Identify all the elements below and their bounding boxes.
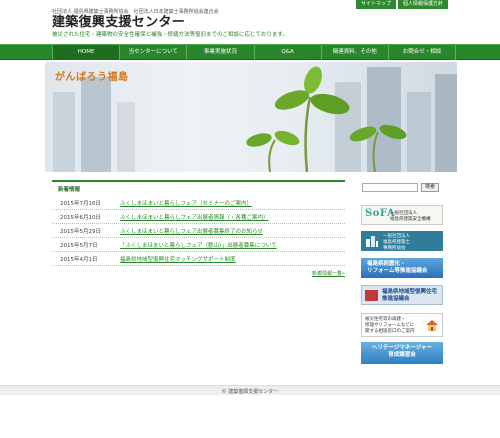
- news-item: 2015年7月16日 ふくしまほまいと暮らしフェア（セミナーのご案内）: [52, 196, 345, 210]
- main-nav: HOME 当センターについて 事業実施状況 Q&A 関連資料、その他 お問合せ・…: [0, 44, 500, 60]
- news-date: 2015年5月29日: [60, 228, 101, 235]
- hero-banner: がんばろう福島: [45, 62, 457, 172]
- site-tagline: 被災された住宅・建築物の安全性確保と補強・修繕方法等復旧までのご相談に応じており…: [52, 32, 288, 38]
- nav-qa[interactable]: Q&A: [255, 45, 322, 60]
- consultation-text: 被災住宅等の再建・ 修理やリフォームなどに 関する相談窓口のご案内: [365, 317, 415, 334]
- news-date: 2015年4月1日: [60, 256, 98, 263]
- heritage-manager-banner[interactable]: ヘリテージマネージャー 育成講習会: [361, 342, 443, 364]
- news-heading: 新着情報: [58, 187, 81, 193]
- seismic-reform-banner[interactable]: 福島県耐震化・ リフォーム等推進協議会: [361, 258, 443, 278]
- news-link[interactable]: ふくしまほまいと暮らしフェア（セミナーのご案内）: [120, 199, 252, 207]
- news-list: 2015年7月16日 ふくしまほまいと暮らしフェア（セミナーのご案内） 2015…: [52, 196, 345, 277]
- nav-activities[interactable]: 事業実施状況: [187, 45, 255, 60]
- search-button[interactable]: 検索: [421, 183, 439, 192]
- news-item: 2015年5月7日 「ふくしまほまいと暮らしフェア（郡山）」出展者募集について: [52, 238, 345, 252]
- nav-home[interactable]: HOME: [52, 45, 121, 60]
- regional-housing-text: 福島県地域型復興住宅 推進協議会: [382, 289, 438, 302]
- building-icon: [366, 236, 378, 247]
- hero-title: がんばろう福島: [55, 72, 129, 83]
- consultation-banner[interactable]: 被災住宅等の再建・ 修理やリフォームなどに 関する相談窓口のご案内: [361, 313, 443, 337]
- news-link[interactable]: ふくしまほまいと暮らしフェア出展者募集終了のお知らせ: [120, 227, 263, 235]
- heritage-manager-text: ヘリテージマネージャー 育成講習会: [371, 345, 432, 358]
- news-link[interactable]: ふくしまほまいと暮らしフェア出展者情報（・各種ご案内）: [120, 213, 269, 221]
- architects-association-text: 一般社団法人 福島県建築士 事務所協会: [383, 234, 410, 251]
- nav-contact[interactable]: お問合せ・相談: [389, 45, 457, 60]
- nav-about[interactable]: 当センターについて: [120, 45, 188, 60]
- news-item: 2015年6月10日 ふくしまほまいと暮らしフェア出展者情報（・各種ご案内）: [52, 210, 345, 224]
- news-more-link[interactable]: 新着情報一覧»: [312, 270, 345, 277]
- nav-materials[interactable]: 関連資料、その他: [322, 45, 389, 60]
- news-link[interactable]: 福島県地域型復興住宅マッチングサポート制度: [120, 255, 236, 263]
- house-icon: [426, 320, 438, 331]
- news-date: 2015年5月7日: [60, 242, 98, 249]
- architects-association-banner[interactable]: 一般社団法人 福島県建築士 事務所協会: [361, 231, 443, 251]
- news-item: 2015年5月29日 ふくしまほまいと暮らしフェア出展者募集終了のお知らせ: [52, 224, 345, 238]
- search-box: 検索: [362, 183, 441, 193]
- seismic-reform-text: 福島県耐震化・ リフォーム等推進協議会: [367, 261, 428, 274]
- news-link[interactable]: 「ふくしまほまいと暮らしフェア（郡山）」出展者募集について: [120, 241, 277, 249]
- news-date: 2015年7月16日: [60, 200, 101, 207]
- house-logo-icon: [365, 290, 378, 301]
- regional-housing-banner[interactable]: 福島県地域型復興住宅 推進協議会: [361, 285, 443, 305]
- search-input[interactable]: [362, 183, 418, 192]
- sofa-banner[interactable]: SoFA 一般社団法人 福島県建築安全機構: [361, 205, 443, 225]
- site-header: 社団法人 福島県建築士事務所協会 社団法人日本建築士事務所協会連合会 建築復興支…: [52, 8, 452, 44]
- news-header: 新着情報: [52, 180, 345, 193]
- news-date: 2015年6月10日: [60, 214, 101, 221]
- site-title[interactable]: 建築復興支援センター: [52, 16, 452, 30]
- copyright: © 建築復興支援センター: [221, 389, 279, 395]
- sofa-banner-text: 一般社団法人 福島県建築安全機構: [390, 211, 431, 222]
- news-item: 2015年4月1日 福島県地域型復興住宅マッチングサポート制度: [52, 252, 345, 266]
- footer: © 建築復興支援センター: [0, 385, 500, 395]
